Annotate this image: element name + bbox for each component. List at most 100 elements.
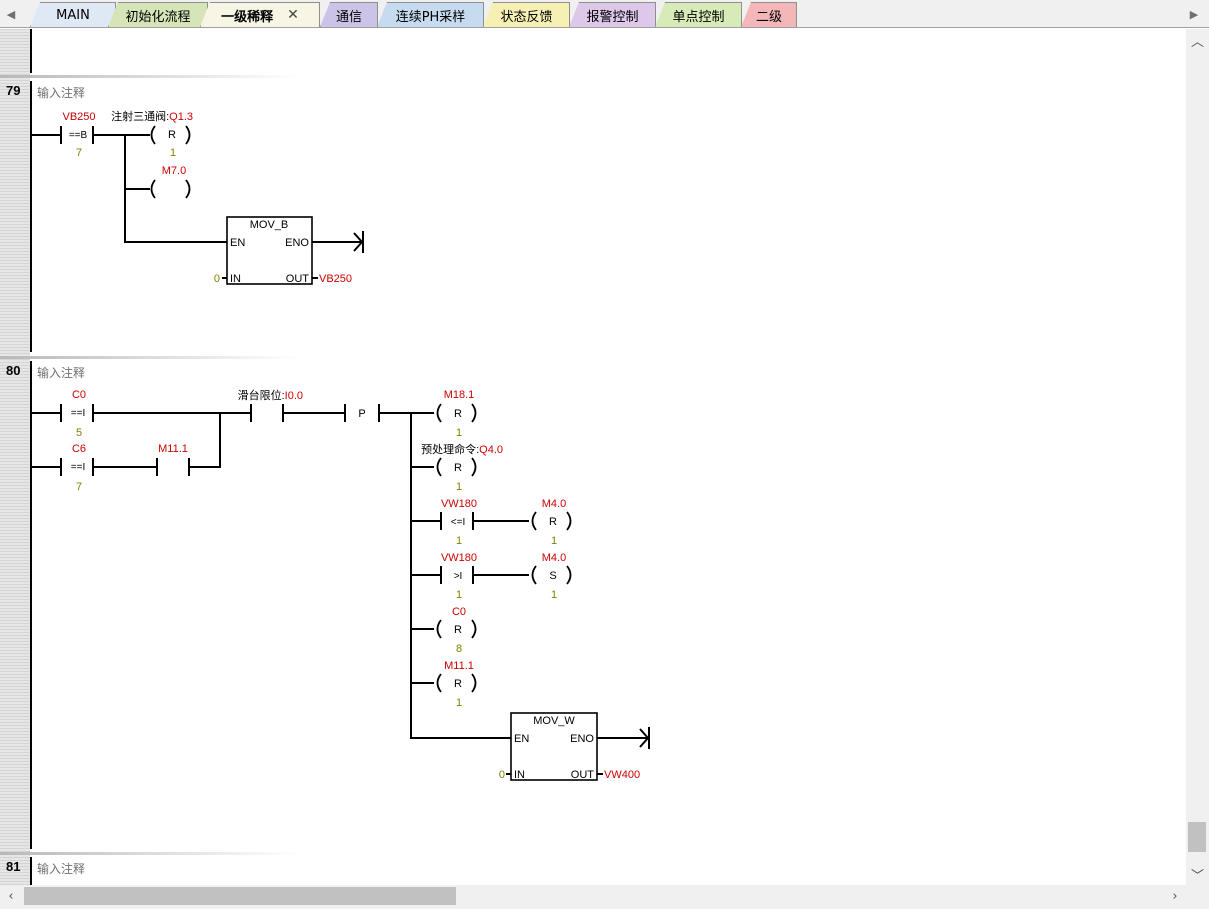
compare-contact[interactable]: C6 ==I 7 [71,443,86,493]
reset-coil[interactable]: M11.1 R 1 [436,660,477,709]
scroll-right-icon[interactable]: › [1164,885,1186,907]
operand-address: VB250 [62,111,95,123]
reset-coil[interactable]: M18.1 R 1 [436,389,477,439]
mov-w-block[interactable]: MOV_W EN ENO IN OUT 0 VW400 [499,712,650,781]
svg-text:注射三通阀:Q1.3: 注射三通阀:Q1.3 [111,109,193,123]
horizontal-scrollbar[interactable]: ‹ › [0,885,1186,909]
operand-address: C0 [452,606,466,618]
coil-type: R [454,408,462,420]
tab-scroll-left-icon[interactable]: ◀ [0,0,22,28]
reset-coil[interactable]: M4.0 R 1 [531,498,572,547]
compare-contact[interactable]: VW180 <=I 1 [440,498,477,547]
tab-label: 初始化流程 [125,9,191,25]
coil-count: 1 [456,427,462,439]
operand-address: M4.0 [542,498,566,510]
wire [31,126,227,243]
compare-contact[interactable]: VW180 >I 1 [440,552,477,601]
coil-count: 1 [456,481,462,493]
tab-label: 连续PH采样 [395,9,466,25]
operand-address: C0 [72,389,86,401]
operand-address: M4.0 [542,552,566,564]
symbol-name: 注射三通阀: [111,109,169,123]
svg-text:滑台限位:I0.0: 滑台限位:I0.0 [238,388,303,402]
scroll-down-icon[interactable]: ﹀ [1186,863,1209,885]
compare-contact[interactable]: VB250 ==B 7 [62,111,95,159]
compare-operator: <=I [451,517,465,528]
coil-type: R [454,624,462,636]
coil-count: 1 [551,535,557,547]
network-79: VB250 ==B 7 注射三通阀:Q1.3 R 1 M7.0 MOV_B EN… [31,109,364,285]
operand-address: M11.1 [158,443,188,455]
coil-count: 1 [551,589,557,601]
pin-in: IN [230,273,241,285]
block-name: MOV_B [250,219,289,231]
tab-level2[interactable]: 二级 [741,2,797,27]
out-address: VW400 [604,769,640,781]
tab-single-point[interactable]: 单点控制 [655,2,742,27]
coil-type: R [168,129,176,141]
operand-value: 7 [76,481,82,493]
tab-comm[interactable]: 通信 [320,2,378,27]
compare-operator: ==I [71,462,85,473]
no-contact[interactable]: 滑台限位:I0.0 [238,388,303,402]
tab-init-flow[interactable]: 初始化流程 [108,2,208,27]
vertical-scrollbar[interactable]: ︿ ﹀ [1186,29,1209,885]
operand-address: M11.1 [444,660,474,672]
tab-label: 报警控制 [586,9,639,25]
coil-type: R [454,678,462,690]
scroll-left-icon[interactable]: ‹ [0,885,22,907]
coil-symbol [150,179,191,199]
tab-alarm-control[interactable]: 报警控制 [569,2,656,27]
horizontal-scroll-thumb[interactable] [24,887,456,905]
coil-type: R [454,462,462,474]
vertical-scroll-thumb[interactable] [1188,822,1206,852]
positive-edge-contact[interactable]: P [358,408,365,420]
mov-b-block[interactable]: MOV_B EN ENO IN OUT 0 VB250 [214,216,364,285]
in-value: 0 [214,273,220,285]
tab-label: 二级 [755,9,782,25]
output-coil[interactable]: M7.0 [150,165,191,199]
operand-value: 7 [76,147,82,159]
operand-value: 1 [456,535,462,547]
operand-address: M18.1 [444,389,475,401]
in-value: 0 [499,769,505,781]
close-icon[interactable]: ✕ [287,7,299,23]
tab-strip: MAIN 初始化流程 一级稀释 ✕ 通信 连续PH采样 状态反馈 报警控制 单点控… [22,2,1182,28]
compare-operator: ==B [69,130,88,141]
scroll-up-icon[interactable]: ︿ [1186,29,1209,51]
pin-eno: ENO [285,237,309,249]
tab-main[interactable]: MAIN [30,2,116,27]
tab-continuous-ph[interactable]: 连续PH采样 [377,2,484,27]
operand-value: 5 [76,427,82,439]
svg-text:预处理命令:Q4.0: 预处理命令:Q4.0 [421,442,503,456]
operand-value: 1 [456,589,462,601]
tab-label: MAIN [56,7,90,23]
pin-out: OUT [286,273,310,285]
network-80: C0 ==I 5 C6 ==I 7 M11.1 滑台限位:I0.0 P M18.… [31,388,650,781]
operand-address: VW180 [441,552,477,564]
pin-en: EN [514,733,529,745]
coil-count: 1 [456,697,462,709]
tab-scroll-right-icon[interactable]: ▶ [1183,0,1205,28]
tab-level1-dilution[interactable]: 一级稀释 ✕ [200,2,320,27]
pin-en: EN [230,237,245,249]
coil-type: R [549,516,557,528]
symbol-name: 预处理命令: [421,442,479,456]
coil-count: 1 [170,147,176,159]
compare-contact[interactable]: C0 ==I 5 [71,389,86,439]
operand-address: M7.0 [162,165,186,177]
tab-status-feedback[interactable]: 状态反馈 [483,2,570,27]
edge-type: P [358,408,365,420]
ladder-diagram: VB250 ==B 7 注射三通阀:Q1.3 R 1 M7.0 MOV_B EN… [30,29,650,885]
coil-count: 8 [456,643,462,655]
symbol-name: 滑台限位: [238,388,285,402]
pin-eno: ENO [570,733,594,745]
tab-label: 通信 [335,9,362,25]
reset-coil[interactable]: C0 R 8 [436,606,477,655]
operand-address: C6 [72,443,86,455]
no-contact[interactable]: M11.1 [158,443,188,455]
operand-address: I0.0 [285,390,303,402]
set-coil[interactable]: M4.0 S 1 [531,552,572,601]
ladder-editor[interactable]: 79 输入注释 80 输入注释 81 输入注释 VB250 ==B 7 注射三通… [0,29,1186,885]
tab-label: 一级稀释 [221,9,274,25]
